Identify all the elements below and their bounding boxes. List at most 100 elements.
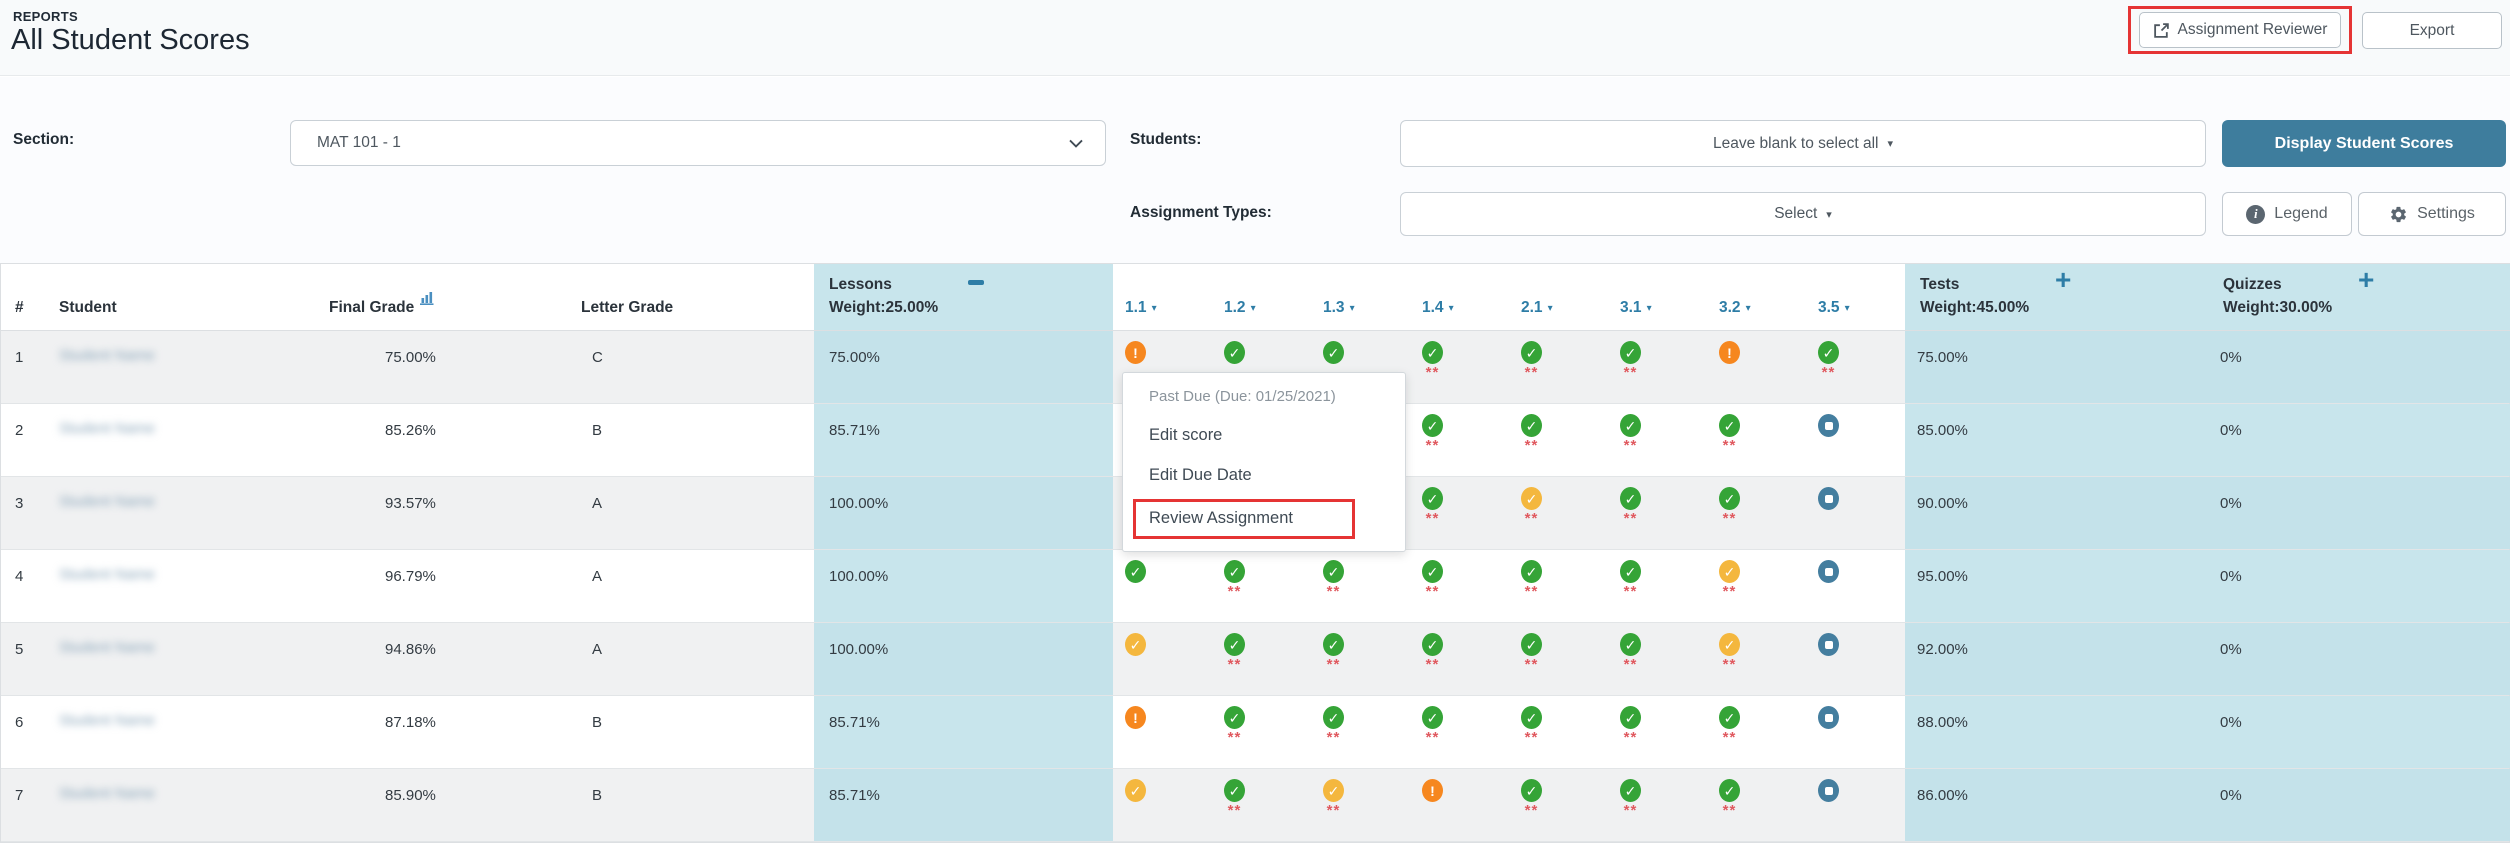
score-icon-stack[interactable]: ✓ ** [1224, 779, 1245, 818]
score-icon-stack[interactable] [1818, 487, 1839, 510]
expand-quizzes-icon[interactable]: + [2358, 265, 2374, 295]
score-cell-2.1[interactable]: ✓ ** [1509, 331, 1608, 403]
score-icon-stack[interactable]: ! [1422, 779, 1443, 802]
display-student-scores-button[interactable]: Display Student Scores [2222, 120, 2506, 167]
score-icon-stack[interactable]: ✓ ** [1521, 560, 1542, 599]
score-cell-3.2[interactable]: ✓ ** [1707, 769, 1806, 841]
student-name-link[interactable]: Student Name [59, 566, 155, 583]
score-cell-2.1[interactable]: ✓ ** [1509, 769, 1608, 841]
score-icon-stack[interactable]: ✓ ** [1521, 487, 1542, 526]
score-icon-stack[interactable] [1818, 560, 1839, 583]
settings-button[interactable]: Settings [2358, 192, 2506, 236]
score-icon-stack[interactable]: ✓ ** [1422, 633, 1443, 672]
score-cell-3.2[interactable]: ✓ ** [1707, 550, 1806, 622]
score-cell-3.5[interactable] [1806, 623, 1905, 695]
score-icon-stack[interactable]: ✓ ** [1422, 706, 1443, 745]
col-header-assignment-3.2[interactable]: 3.2 ▾ [1707, 264, 1806, 330]
student-name-link[interactable]: Student Name [59, 785, 155, 802]
score-cell-1.4[interactable]: ✓ ** [1410, 550, 1509, 622]
score-cell-2.1[interactable]: ✓ ** [1509, 696, 1608, 768]
score-icon-stack[interactable]: ✓ ** [1422, 341, 1443, 380]
score-cell-3.1[interactable]: ✓ ** [1608, 477, 1707, 549]
legend-button[interactable]: i Legend [2222, 192, 2352, 236]
score-icon-stack[interactable] [1818, 706, 1839, 729]
score-cell-1.2[interactable]: ✓ ** [1212, 550, 1311, 622]
score-cell-2.1[interactable]: ✓ ** [1509, 550, 1608, 622]
score-cell-1.4[interactable]: ✓ ** [1410, 696, 1509, 768]
context-menu-item-review-assignment[interactable]: Review Assignment [1136, 502, 1352, 536]
score-cell-3.5[interactable] [1806, 404, 1905, 476]
score-cell-1.3[interactable]: ✓ ** [1311, 696, 1410, 768]
score-cell-1.1[interactable]: ✓ [1113, 550, 1212, 622]
col-header-assignment-1.1[interactable]: 1.1 ▾ [1113, 264, 1212, 330]
collapse-lessons-icon[interactable] [968, 280, 984, 285]
score-cell-1.3[interactable]: ✓ ** [1311, 769, 1410, 841]
student-name-link[interactable]: Student Name [59, 420, 155, 437]
score-icon-stack[interactable]: ✓ ** [1323, 706, 1344, 745]
score-cell-2.1[interactable]: ✓ ** [1509, 404, 1608, 476]
score-cell-3.1[interactable]: ✓ ** [1608, 331, 1707, 403]
score-icon-stack[interactable]: ✓ ** [1422, 560, 1443, 599]
student-name-link[interactable]: Student Name [59, 639, 155, 656]
expand-tests-icon[interactable]: + [2055, 265, 2071, 295]
score-cell-3.5[interactable]: ✓ ** [1806, 331, 1905, 403]
score-icon-stack[interactable] [1818, 414, 1839, 437]
score-cell-3.1[interactable]: ✓ ** [1608, 623, 1707, 695]
score-cell-3.1[interactable]: ✓ ** [1608, 696, 1707, 768]
student-name-link[interactable]: Student Name [59, 712, 155, 729]
score-icon-stack[interactable]: ✓ ** [1521, 341, 1542, 380]
score-cell-1.4[interactable]: ✓ ** [1410, 331, 1509, 403]
score-icon-stack[interactable]: ✓ ** [1818, 341, 1839, 380]
export-button[interactable]: Export [2362, 12, 2502, 49]
score-cell-1.2[interactable]: ✓ ** [1212, 696, 1311, 768]
score-cell-3.1[interactable]: ✓ ** [1608, 550, 1707, 622]
score-icon-stack[interactable]: ✓ ** [1224, 706, 1245, 745]
score-cell-1.4[interactable]: ✓ ** [1410, 477, 1509, 549]
score-icon-stack[interactable] [1818, 633, 1839, 656]
score-cell-2.1[interactable]: ✓ ** [1509, 623, 1608, 695]
score-cell-1.2[interactable]: ✓ ** [1212, 769, 1311, 841]
score-cell-3.2[interactable]: ✓ ** [1707, 623, 1806, 695]
score-cell-1.2[interactable]: ✓ ** [1212, 623, 1311, 695]
score-cell-1.1[interactable]: ✓ [1113, 623, 1212, 695]
score-icon-stack[interactable]: ✓ ** [1719, 414, 1740, 453]
col-header-assignment-3.5[interactable]: 3.5 ▾ [1806, 264, 1905, 330]
score-icon-stack[interactable]: ✓ ** [1422, 487, 1443, 526]
assignment-reviewer-button[interactable]: Assignment Reviewer [2138, 12, 2342, 48]
score-cell-1.1[interactable]: ! [1113, 696, 1212, 768]
score-icon-stack[interactable]: ! [1125, 341, 1146, 364]
score-icon-stack[interactable]: ! [1125, 706, 1146, 729]
assignment-types-select[interactable]: Select ▾ [1400, 192, 2206, 236]
score-icon-stack[interactable]: ✓ ** [1620, 487, 1641, 526]
score-cell-3.5[interactable] [1806, 696, 1905, 768]
score-icon-stack[interactable] [1818, 779, 1839, 802]
score-icon-stack[interactable]: ✓ ** [1719, 633, 1740, 672]
score-cell-1.4[interactable]: ! [1410, 769, 1509, 841]
context-menu-item-edit-due-date[interactable]: Edit Due Date [1123, 456, 1405, 496]
score-cell-1.3[interactable]: ✓ ** [1311, 550, 1410, 622]
score-cell-1.3[interactable]: ✓ ** [1311, 623, 1410, 695]
score-icon-stack[interactable]: ✓ ** [1620, 414, 1641, 453]
score-icon-stack[interactable]: ✓ ** [1422, 414, 1443, 453]
student-name-link[interactable]: Student Name [59, 493, 155, 510]
score-icon-stack[interactable]: ✓ ** [1719, 487, 1740, 526]
students-select[interactable]: Leave blank to select all ▾ [1400, 120, 2206, 167]
score-cell-1.4[interactable]: ✓ ** [1410, 404, 1509, 476]
score-icon-stack[interactable]: ✓ ** [1620, 779, 1641, 818]
score-icon-stack[interactable]: ✓ [1125, 633, 1146, 656]
score-icon-stack[interactable]: ✓ ** [1620, 633, 1641, 672]
score-cell-1.1[interactable]: ✓ [1113, 769, 1212, 841]
score-cell-3.2[interactable]: ✓ ** [1707, 696, 1806, 768]
score-cell-3.1[interactable]: ✓ ** [1608, 769, 1707, 841]
score-icon-stack[interactable]: ✓ ** [1521, 779, 1542, 818]
score-icon-stack[interactable]: ✓ ** [1719, 706, 1740, 745]
score-icon-stack[interactable]: ✓ ** [1719, 779, 1740, 818]
score-cell-2.1[interactable]: ✓ ** [1509, 477, 1608, 549]
score-cell-3.2[interactable]: ✓ ** [1707, 404, 1806, 476]
col-header-assignment-1.4[interactable]: 1.4 ▾ [1410, 264, 1509, 330]
score-cell-3.2[interactable]: ✓ ** [1707, 477, 1806, 549]
score-icon-stack[interactable]: ✓ ** [1224, 633, 1245, 672]
section-select[interactable]: MAT 101 - 1 [290, 120, 1106, 166]
col-header-final-grade[interactable]: Final Grade [321, 264, 571, 330]
score-icon-stack[interactable]: ✓ ** [1521, 706, 1542, 745]
